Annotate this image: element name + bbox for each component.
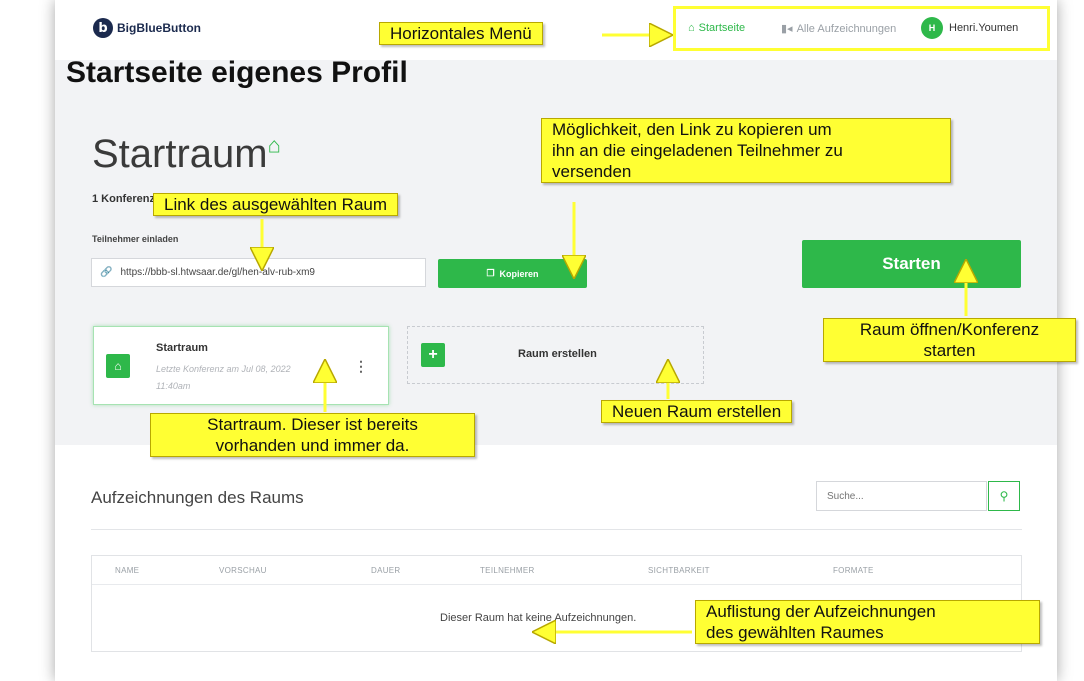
divider — [91, 529, 1022, 530]
conference-count: 1 Konferenz — [92, 193, 155, 205]
room-card-meta: Letzte Konferenz am Jul 08, 2022 11:40am — [156, 361, 316, 395]
annotation-copy-line3: versenden — [552, 162, 632, 181]
annotation-start: Raum öffnen/Konferenz starten — [823, 318, 1076, 362]
annotation-recordings-line2: des gewählten Raumes — [706, 623, 884, 642]
column-header-visibility[interactable]: SICHTBARKEIT — [648, 566, 710, 575]
room-card-time: 11:40am — [156, 381, 191, 391]
room-title-text: Startraum — [92, 132, 268, 176]
table-header-divider — [92, 584, 1021, 585]
annotation-startroom: Startraum. Dieser ist bereits vorhanden … — [150, 413, 475, 457]
annotation-copy-line1: Möglichkeit, den Link zu kopieren um — [552, 120, 832, 139]
annotation-startroom-line1: Startraum. Dieser ist bereits — [207, 415, 418, 434]
more-options-icon[interactable]: ⋮ — [354, 358, 368, 375]
recordings-title: Aufzeichnungen des Raums — [91, 488, 304, 507]
room-title: Startraum⌂ — [92, 132, 281, 177]
invite-link-text: https://bbb-sl.htwsaar.de/gl/hen-alv-rub… — [120, 267, 315, 278]
app-name: BigBlueButton — [117, 21, 201, 35]
link-icon: 🔗 — [100, 267, 113, 278]
column-header-preview[interactable]: VORSCHAU — [219, 566, 267, 575]
plus-icon: + — [421, 343, 445, 367]
invite-link-field[interactable]: 🔗 https://bbb-sl.htwsaar.de/gl/hen-alv-r… — [91, 258, 426, 287]
copy-icon: ❐ — [486, 268, 495, 278]
copy-button[interactable]: ❐ Kopieren — [438, 259, 587, 288]
search-button[interactable]: ⚲ — [988, 481, 1020, 511]
annotation-new-room: Neuen Raum erstellen — [601, 400, 793, 423]
annotation-copy: Möglichkeit, den Link zu kopieren um ihn… — [541, 118, 951, 183]
annotation-start-line2: starten — [923, 341, 976, 360]
annotation-startroom-line2: vorhanden und immer da. — [215, 436, 410, 455]
page-heading: Startseite eigenes Profil — [66, 56, 408, 89]
search-input[interactable] — [816, 481, 987, 511]
column-header-participants[interactable]: TEILNEHMER — [480, 566, 535, 575]
annotation-menu: Horizontales Menü — [379, 22, 543, 45]
app-logo[interactable]: b BigBlueButton — [93, 18, 201, 38]
annotation-recordings-line1: Auflistung der Aufzeichnungen — [706, 602, 936, 621]
home-icon: ⌂ — [106, 354, 130, 378]
start-button[interactable]: Starten — [802, 240, 1021, 288]
search-icon: ⚲ — [999, 489, 1009, 503]
bigbluebutton-logo-icon: b — [93, 18, 113, 38]
menu-highlight-frame — [673, 6, 1050, 51]
create-room-label: Raum erstellen — [518, 348, 597, 360]
invite-label: Teilnehmer einladen — [92, 234, 179, 244]
column-header-formats[interactable]: FORMATE — [833, 566, 874, 575]
home-icon: ⌂ — [267, 132, 281, 158]
annotation-copy-line2: ihn an die eingeladenen Teilnehmer zu — [552, 141, 843, 160]
empty-recordings-message: Dieser Raum hat keine Aufzeichnungen. — [440, 612, 637, 624]
annotation-start-line1: Raum öffnen/Konferenz — [859, 320, 1040, 339]
room-card-last-conference: Letzte Konferenz am Jul 08, 2022 — [156, 364, 291, 374]
copy-label: Kopieren — [499, 268, 539, 279]
annotation-recordings: Auflistung der Aufzeichnungen des gewähl… — [695, 600, 1040, 644]
column-header-name[interactable]: NAME — [115, 566, 139, 575]
room-card-name: Startraum — [156, 342, 208, 354]
column-header-duration[interactable]: DAUER — [371, 566, 401, 575]
annotation-link: Link des ausgewählten Raum — [153, 193, 399, 216]
